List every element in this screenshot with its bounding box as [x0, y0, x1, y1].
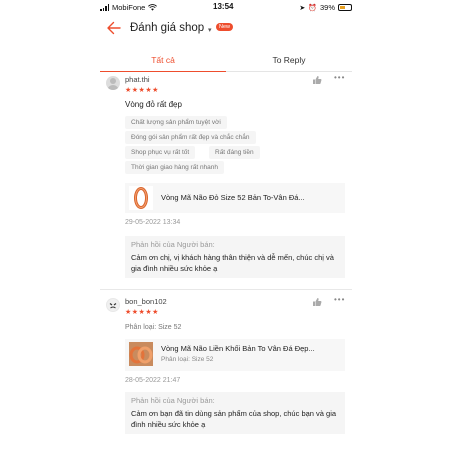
review-tag: Shop phục vụ rất tốt — [125, 146, 196, 159]
page-title[interactable]: Đánh giá shop — [130, 22, 204, 34]
review-date: 28-05-2022 21:47 — [125, 377, 181, 384]
like-icon[interactable] — [312, 297, 322, 307]
rating-stars: ★★★★★ — [125, 87, 159, 94]
tab-all[interactable]: Tất cả — [100, 48, 226, 72]
product-variant: Phân loại: Size 52 — [161, 356, 214, 363]
tab-to-reply[interactable]: To Reply — [226, 48, 352, 72]
seller-reply-label: Phản hồi của Người bán: — [131, 396, 215, 405]
status-bar: MobiFone 13:54 ➤ ⏰ 39% — [100, 0, 352, 14]
product-thumbnail — [129, 186, 153, 210]
review-tag: Thời gian giao hàng rất nhanh — [125, 161, 225, 174]
review-variant: Phân loại: Size 52 — [125, 324, 182, 331]
product-name: Vòng Mã Não Đỏ Size 52 Bản To-Vân Đá... — [161, 193, 305, 202]
status-time: 13:54 — [213, 2, 234, 11]
status-right: ➤ ⏰ 39% — [299, 3, 352, 12]
review-date: 29-05-2022 13:34 — [125, 219, 181, 226]
alarm-icon: ⏰ — [308, 4, 317, 12]
seller-reply: Phản hồi của Người bán: Cảm ơn chị, vị k… — [125, 236, 345, 278]
dropdown-caret-icon[interactable]: ▾ — [208, 26, 212, 34]
seller-reply-label: Phản hồi của Người bán: — [131, 240, 215, 249]
more-options-icon[interactable]: ••• — [334, 295, 345, 304]
product-thumbnail — [129, 342, 153, 366]
location-icon: ➤ — [299, 4, 306, 12]
status-left: MobiFone — [100, 3, 158, 12]
review-tag: Chất lượng sản phẩm tuyệt vời — [125, 116, 227, 129]
carrier-name: MobiFone — [112, 3, 146, 12]
review-tag: Rất đáng tiền — [209, 146, 260, 159]
review-divider — [100, 289, 352, 290]
product-card[interactable]: Vòng Mã Não Đỏ Size 52 Bản To-Vân Đá... — [125, 183, 345, 213]
new-badge: New — [216, 23, 234, 31]
review-card: bon_bon102 ••• ★★★★★ Phân loại: Size 52 … — [100, 295, 352, 446]
like-icon[interactable] — [312, 75, 322, 85]
reviewer-name[interactable]: phat.thi — [125, 75, 150, 84]
more-options-icon[interactable]: ••• — [334, 73, 345, 82]
product-card[interactable]: Vòng Mã Não Liền Khối Bản To Vân Đá Đẹp.… — [125, 339, 345, 371]
reviewer-name[interactable]: bon_bon102 — [125, 297, 167, 306]
header: Đánh giá shop ▾ New — [100, 16, 352, 42]
seller-reply-text: Cảm ơn bạn đã tin dùng sản phẩm của shop… — [131, 409, 337, 429]
tab-bar: Tất cả To Reply — [100, 48, 352, 72]
review-comment: Vòng đỏ rất đẹp — [125, 100, 182, 109]
seller-reply-text: Cảm ơn chị, vị khách hàng thân thiện và … — [131, 253, 334, 273]
avatar[interactable] — [106, 76, 120, 90]
wifi-icon — [148, 4, 158, 11]
back-arrow-icon[interactable] — [106, 20, 122, 36]
battery-icon — [338, 4, 352, 11]
signal-icon — [100, 4, 109, 11]
battery-percent: 39% — [319, 3, 335, 12]
product-name: Vòng Mã Não Liền Khối Bản To Vân Đá Đẹp.… — [161, 344, 315, 353]
seller-reply: Phản hồi của Người bán: Cảm ơn bạn đã ti… — [125, 392, 345, 434]
avatar[interactable] — [106, 298, 120, 312]
review-tag: Đóng gói sản phẩm rất đẹp và chắc chắn — [125, 131, 256, 144]
review-card: phat.thi ••• ★★★★★ Vòng đỏ rất đẹp Chất … — [100, 73, 352, 284]
rating-stars: ★★★★★ — [125, 309, 159, 316]
